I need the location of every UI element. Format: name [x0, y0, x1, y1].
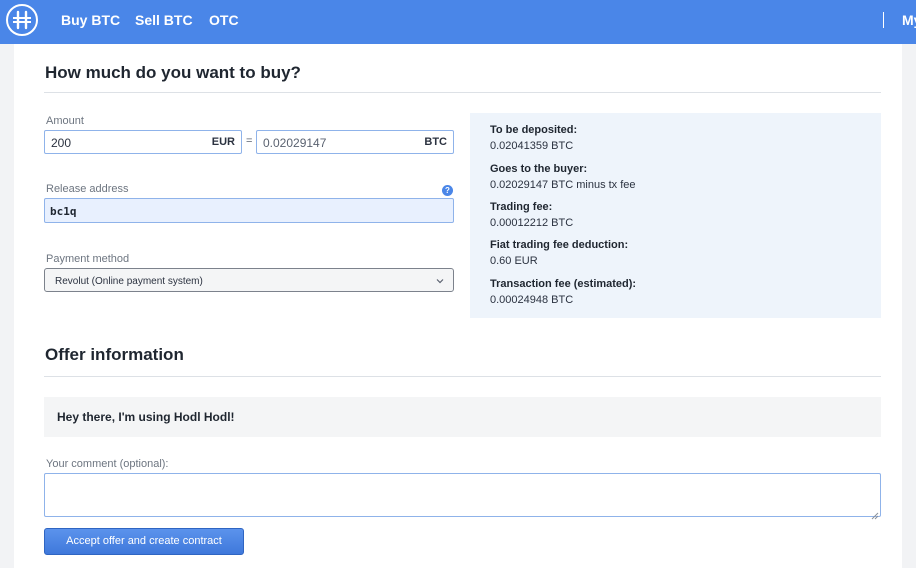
release-address-label: Release address	[46, 183, 129, 195]
nav-link-otc[interactable]: OTC	[209, 12, 239, 28]
goes-to-buyer-value: 0.02029147 BTC minus tx fee	[490, 179, 636, 191]
crypto-amount-input[interactable]: 0.02029147 BTC	[256, 130, 454, 154]
offer-message-box: Hey there, I'm using Hodl Hodl!	[44, 397, 881, 437]
equals-sign: =	[246, 135, 253, 147]
offer-information-title: Offer information	[45, 345, 184, 364]
section-divider	[44, 92, 881, 93]
fiat-fee-deduction-value: 0.60 EUR	[490, 255, 538, 267]
nav-link-buy-btc[interactable]: Buy BTC	[61, 12, 120, 28]
to-be-deposited-value: 0.02041359 BTC	[490, 140, 574, 152]
fiat-fee-deduction-label: Fiat trading fee deduction:	[490, 239, 629, 251]
fiat-currency-label: EUR	[211, 136, 235, 148]
fiat-amount-input[interactable]: 200 EUR	[44, 130, 242, 154]
payment-method-select[interactable]: Revolut (Online payment system)	[44, 268, 454, 292]
trading-fee-label: Trading fee:	[490, 201, 553, 213]
section-divider	[44, 376, 881, 377]
offer-message-text: Hey there, I'm using Hodl Hodl!	[57, 410, 235, 424]
help-icon[interactable]: ?	[442, 185, 453, 196]
release-address-value: bc1q	[50, 205, 77, 218]
chevron-down-icon	[435, 274, 445, 292]
transaction-fee-value: 0.00024948 BTC	[490, 294, 574, 306]
goes-to-buyer-label: Goes to the buyer:	[490, 163, 588, 175]
release-address-input[interactable]: bc1q	[44, 198, 454, 223]
resize-grip-icon[interactable]	[870, 507, 914, 566]
accept-offer-button[interactable]: Accept offer and create contract	[44, 528, 244, 555]
fiat-amount-value: 200	[51, 136, 72, 150]
hodlhodl-logo-icon[interactable]	[6, 4, 38, 36]
crypto-currency-label: BTC	[424, 136, 447, 148]
payment-method-label: Payment method	[46, 253, 130, 265]
comment-textarea[interactable]	[44, 473, 881, 517]
crypto-amount-value: 0.02029147	[263, 136, 327, 150]
nav-account-menu[interactable]: My	[902, 12, 916, 28]
amount-label: Amount	[46, 115, 84, 127]
page-title: How much do you want to buy?	[45, 63, 301, 82]
nav-divider	[883, 12, 884, 28]
payment-method-selected: Revolut (Online payment system)	[55, 276, 203, 287]
nav-link-sell-btc[interactable]: Sell BTC	[135, 12, 193, 28]
transaction-fee-label: Transaction fee (estimated):	[490, 278, 637, 290]
to-be-deposited-label: To be deposited:	[490, 124, 578, 136]
comment-label: Your comment (optional):	[46, 458, 169, 470]
trading-fee-value: 0.00012212 BTC	[490, 217, 574, 229]
top-navigation-bar: Buy BTC Sell BTC OTC My	[0, 0, 916, 44]
